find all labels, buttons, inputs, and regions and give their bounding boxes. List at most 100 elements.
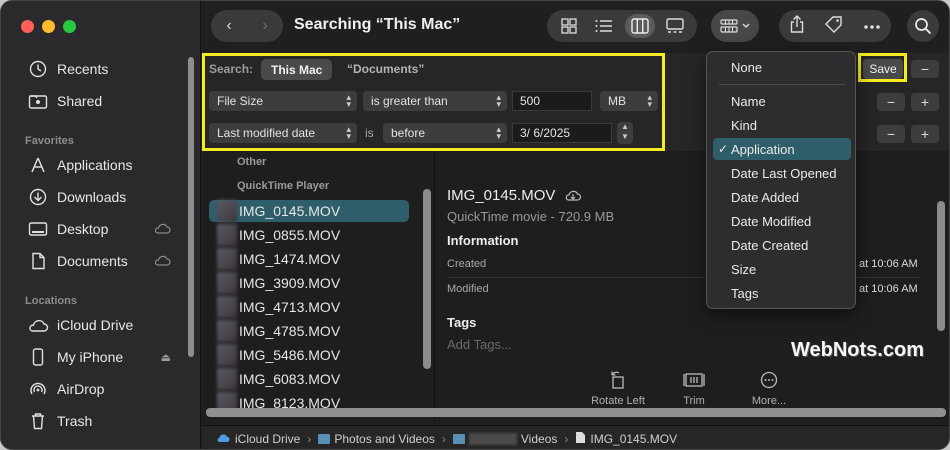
preview-scrollbar[interactable]: [937, 201, 945, 331]
search-button[interactable]: [907, 10, 939, 42]
sidebar-item-desktop[interactable]: Desktop: [27, 217, 177, 241]
desktop-icon: [27, 219, 49, 239]
menu-item-none[interactable]: None: [713, 56, 851, 78]
sidebar-item-icloud-drive[interactable]: iCloud Drive: [27, 313, 177, 337]
remove-criteria-button[interactable]: −: [911, 60, 939, 78]
rotate-left-action[interactable]: Rotate Left: [583, 369, 653, 407]
file-row[interactable]: IMG_6083.MOV: [209, 368, 409, 390]
menu-item-tags[interactable]: Tags: [713, 282, 851, 304]
menu-item-name[interactable]: Name: [713, 90, 851, 112]
shared-folder-icon: [27, 91, 49, 111]
sidebar-item-shared[interactable]: Shared: [27, 89, 177, 113]
file-name: IMG_4713.MOV: [239, 299, 341, 315]
trim-action[interactable]: Trim: [659, 369, 729, 407]
remove-rule-button[interactable]: −: [877, 125, 905, 143]
finder-window: Recents Shared Favorites Applications Do…: [0, 0, 950, 450]
file-row[interactable]: IMG_1474.MOV: [209, 248, 409, 270]
menu-item-date-modified[interactable]: Date Modified: [713, 210, 851, 232]
close-button[interactable]: [21, 20, 34, 33]
menu-item-application[interactable]: ✓ Application: [713, 138, 851, 160]
file-name: IMG_3909.MOV: [239, 275, 341, 291]
more-action[interactable]: More...: [734, 369, 804, 407]
video-thumbnail: [217, 368, 237, 390]
group-sort-button[interactable]: [711, 10, 759, 42]
file-row[interactable]: IMG_0145.MOV: [209, 200, 409, 222]
sidebar-item-trash[interactable]: Trash: [27, 409, 177, 433]
menu-item-size[interactable]: Size: [713, 258, 851, 280]
minimize-button[interactable]: [42, 20, 55, 33]
video-thumbnail: [217, 200, 237, 222]
gallery-view-button[interactable]: [660, 14, 690, 38]
sidebar-item-applications[interactable]: Applications: [27, 153, 177, 177]
path-separator: ›: [441, 431, 446, 446]
redacted-text: [468, 432, 517, 445]
file-row[interactable]: IMG_4785.MOV: [209, 320, 409, 342]
list-view-button[interactable]: [589, 14, 619, 38]
file-name: IMG_0145.MOV: [239, 203, 341, 219]
sidebar-item-label: Applications: [57, 157, 133, 173]
file-row[interactable]: IMG_0855.MOV: [209, 224, 409, 246]
icloud-download-icon[interactable]: [560, 187, 582, 204]
columns-icon: [631, 18, 649, 34]
menu-item-date-created[interactable]: Date Created: [713, 234, 851, 256]
zoom-button[interactable]: [63, 20, 76, 33]
file-list-scrollbar[interactable]: [423, 189, 431, 369]
modified-label: Modified: [447, 283, 489, 295]
path-segment[interactable]: Photos and Videos: [334, 432, 435, 446]
file-list-column: Other QuickTime Player IMG_0145.MOV IMG_0…: [201, 151, 423, 421]
rotate-left-label: Rotate Left: [591, 395, 645, 407]
path-segment[interactable]: iCloud Drive: [235, 432, 300, 446]
cloud-status-icon: [153, 221, 171, 237]
file-row[interactable]: IMG_3909.MOV: [209, 272, 409, 294]
webnots-watermark: WebNots.com: [791, 339, 924, 361]
back-button[interactable]: ‹: [211, 10, 247, 42]
sidebar-item-airdrop[interactable]: AirDrop: [27, 377, 177, 401]
sidebar-item-recents[interactable]: Recents: [27, 57, 177, 81]
sidebar-item-downloads[interactable]: Downloads: [27, 185, 177, 209]
share-icon[interactable]: [789, 14, 805, 39]
path-bar: iCloud Drive › Photos and Videos › Video…: [201, 425, 949, 449]
sidebar-item-documents[interactable]: Documents: [27, 249, 177, 273]
more-icon[interactable]: [863, 17, 881, 35]
more-circle-icon: [734, 369, 804, 391]
menu-item-label: Name: [731, 93, 766, 109]
file-row[interactable]: IMG_4713.MOV: [209, 296, 409, 318]
menu-item-label: Kind: [731, 117, 758, 133]
sidebar-item-label: Recents: [57, 61, 109, 77]
video-thumbnail: [217, 248, 237, 270]
list-icon: [595, 20, 613, 32]
tags-header: Tags: [447, 315, 477, 330]
eject-icon[interactable]: ⏏: [161, 351, 171, 364]
path-segment[interactable]: IMG_0145.MOV: [590, 432, 677, 446]
file-row[interactable]: IMG_5486.MOV: [209, 344, 409, 366]
sidebar-item-my-iphone[interactable]: My iPhone ⏏: [27, 345, 177, 369]
cloud-status-icon: [153, 253, 171, 269]
add-rule-button[interactable]: +: [911, 125, 939, 143]
icon-view-button[interactable]: [554, 14, 584, 38]
sidebar-item-label: Documents: [57, 253, 128, 269]
window-controls: [21, 20, 76, 33]
sidebar-scrollbar[interactable]: [188, 57, 194, 357]
forward-button[interactable]: ›: [247, 10, 283, 42]
menu-item-label: Tags: [731, 285, 759, 301]
horizontal-scrollbar[interactable]: [206, 408, 946, 417]
menu-item-date-last-opened[interactable]: Date Last Opened: [713, 162, 851, 184]
video-thumbnail: [217, 344, 237, 366]
save-highlight-box: [858, 53, 907, 82]
path-segment[interactable]: Videos: [521, 432, 557, 446]
path-separator: ›: [307, 431, 312, 446]
remove-rule-button[interactable]: −: [877, 93, 905, 111]
tag-icon[interactable]: [824, 15, 844, 38]
menu-item-kind[interactable]: Kind: [713, 114, 851, 136]
preview-kind-size: QuickTime movie - 720.9 MB: [447, 209, 615, 224]
add-rule-button[interactable]: +: [911, 93, 939, 111]
video-thumbnail: [217, 224, 237, 246]
toolbar: ‹ › Searching “This Mac”: [201, 1, 949, 53]
sidebar-item-label: AirDrop: [57, 381, 105, 397]
column-view-button[interactable]: [624, 14, 655, 38]
menu-item-date-added[interactable]: Date Added: [713, 186, 851, 208]
sidebar-item-label: Desktop: [57, 221, 109, 237]
add-tags-field[interactable]: Add Tags...: [447, 337, 512, 352]
file-name: IMG_1474.MOV: [239, 251, 341, 267]
group-by-menu: None Name Kind ✓ Application Date Last Opene…: [706, 51, 856, 309]
